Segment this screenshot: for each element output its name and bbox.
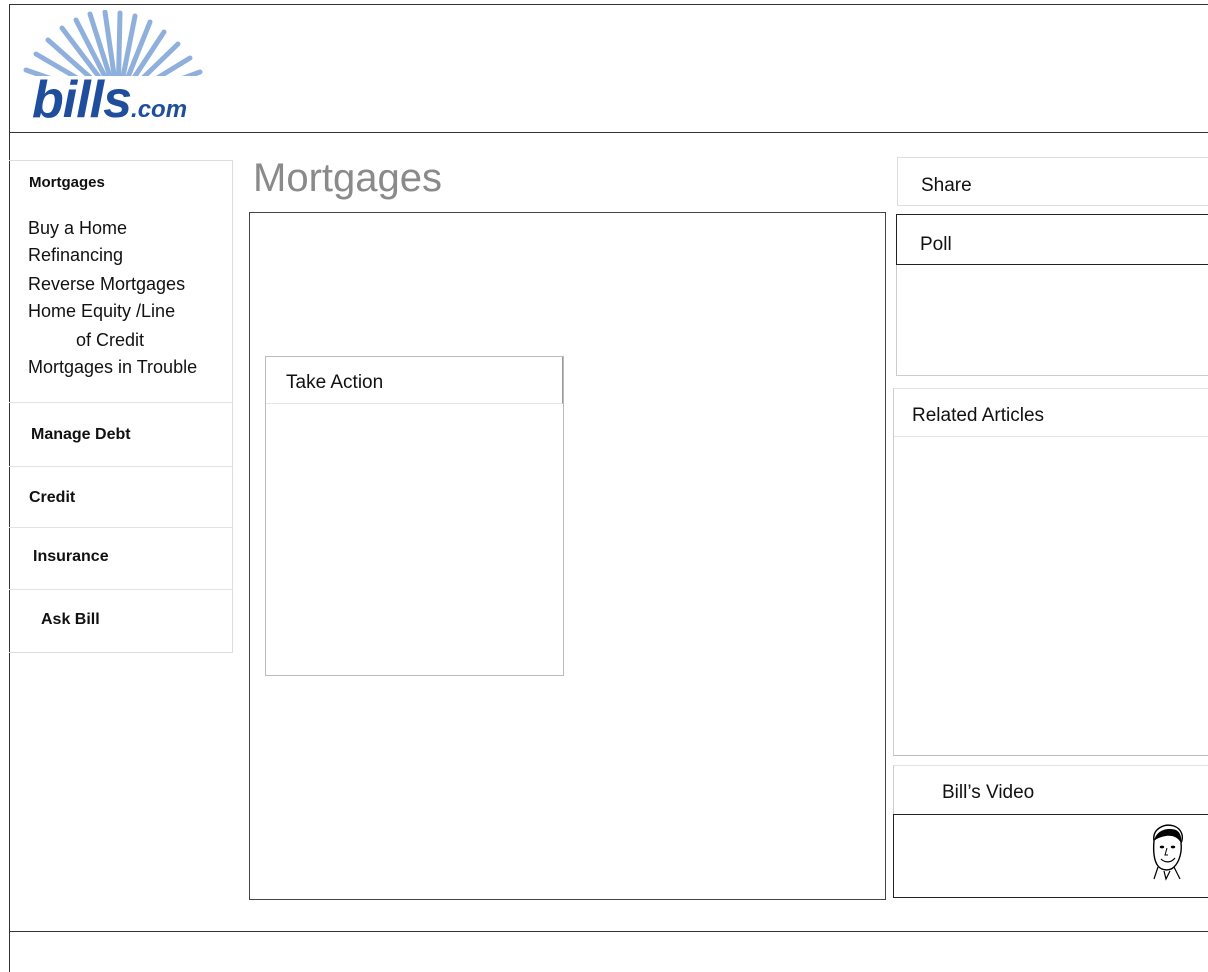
bills-video-player[interactable]	[893, 814, 1208, 898]
share-panel[interactable]: Share	[897, 157, 1208, 206]
nav-link-refinancing[interactable]: Refinancing	[28, 246, 123, 264]
nav-heading-mortgages[interactable]: Mortgages	[29, 174, 105, 191]
poll-panel: Poll	[896, 214, 1208, 376]
nav-section-credit[interactable]: Credit	[29, 489, 75, 507]
logo-wordmark: bills.com	[32, 74, 187, 126]
related-articles-panel: Related Articles	[893, 388, 1208, 756]
nav-section-insurance[interactable]: Insurance	[33, 548, 109, 566]
take-action-header: Take Action	[266, 357, 563, 404]
poll-title: Poll	[920, 234, 952, 255]
nav-link-home-equity[interactable]: Home Equity /Line	[28, 302, 175, 320]
poll-header: Poll	[896, 214, 1208, 265]
nav-section-ask-bill[interactable]: Ask Bill	[41, 611, 100, 629]
nav-divider	[9, 402, 233, 403]
share-title: Share	[921, 175, 972, 196]
nav-divider	[9, 589, 233, 590]
left-navigation: Mortgages Buy a Home Refinancing Reverse…	[9, 160, 233, 653]
logo-brand: bills	[32, 71, 132, 129]
page-title: Mortgages	[253, 156, 442, 200]
bills-video-title: Bill’s Video	[942, 782, 1035, 803]
take-action-title: Take Action	[286, 372, 384, 393]
nav-section-manage-debt[interactable]: Manage Debt	[31, 426, 131, 444]
nav-link-mortgages-in-trouble[interactable]: Mortgages in Trouble	[28, 358, 197, 376]
bills-video-header: Bill’s Video	[894, 766, 1208, 814]
header-divider	[9, 132, 1208, 133]
related-articles-header: Related Articles	[894, 389, 1208, 437]
bills-logo[interactable]: bills.com	[18, 10, 218, 128]
nav-link-buy-a-home[interactable]: Buy a Home	[28, 219, 127, 237]
nav-link-reverse-mortgages[interactable]: Reverse Mortgages	[28, 275, 185, 293]
related-articles-title: Related Articles	[912, 405, 1045, 426]
footer-divider	[9, 931, 1208, 932]
bills-video-panel: Bill’s Video	[893, 765, 1208, 898]
nav-divider	[9, 527, 233, 528]
nav-divider	[9, 466, 233, 467]
take-action-panel: Take Action	[265, 356, 564, 676]
nav-link-home-equity-cont[interactable]: of Credit	[76, 331, 144, 349]
bill-face-icon[interactable]	[1146, 821, 1186, 881]
logo-suffix: .com	[131, 96, 188, 123]
